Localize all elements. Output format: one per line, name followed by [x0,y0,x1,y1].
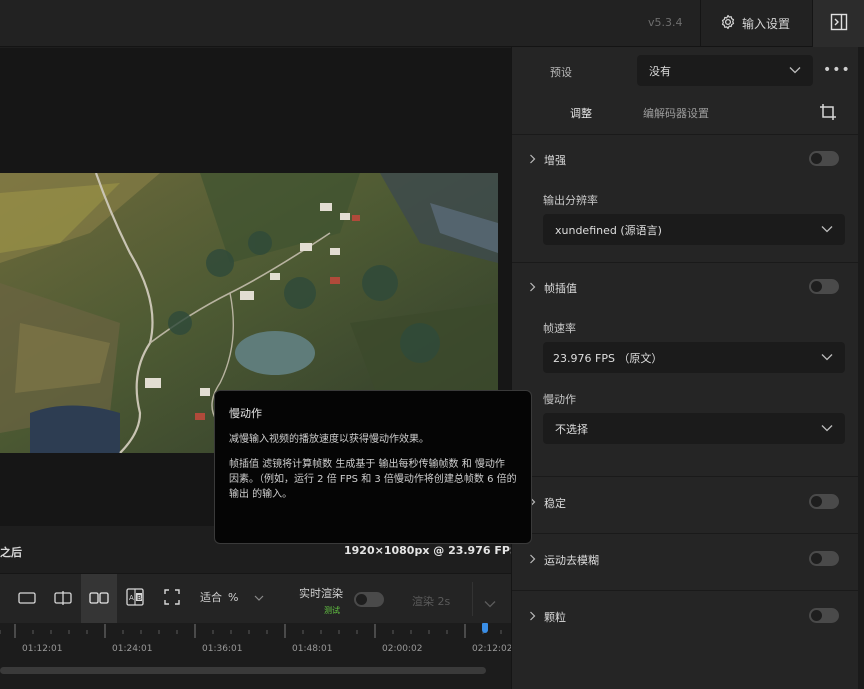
side-by-side-button[interactable] [81,574,117,624]
frame-rate-select[interactable]: 23.976 FPS （原文） [543,342,845,373]
chevron-right-icon [529,554,536,567]
resolution-label: 1920×1080px @ 23.976 FPS [344,544,518,557]
interpolation-toggle[interactable] [809,279,839,294]
timeline-tick-label: 01:48:01 [292,644,333,654]
grain-toggle[interactable] [809,608,839,623]
timeline-tick-label: 02:00:02 [382,644,423,654]
tooltip-summary: 减慢输入视频的播放速度以获得慢动作效果。 [229,434,429,445]
preset-label: 预设 [550,66,572,79]
fullscreen-button[interactable] [154,574,190,624]
chevron-down-icon [821,351,833,364]
slowmo-value: 不选择 [555,422,588,436]
section-stabilize-header[interactable]: 稳定 [529,495,566,511]
tab-codec-settings[interactable]: 编解码器设置 [643,105,709,121]
single-view-button[interactable] [9,574,45,624]
timeline-tick-label: 02:12:02 [472,644,513,654]
motion-deblur-toggle[interactable] [809,551,839,566]
chevron-right-icon [529,282,536,295]
section-grain-title: 颗粒 [544,611,566,624]
side-by-side-icon [89,590,109,609]
realtime-render-toggle[interactable] [354,592,384,607]
crop-icon[interactable] [819,103,837,125]
after-label: 之后 [0,546,22,559]
fullscreen-icon [164,589,180,609]
output-resolution-value: xundefined (源语言) [555,223,662,237]
preset-value: 没有 [649,64,671,78]
compare-ab-button[interactable]: AB [117,574,153,624]
top-divider [700,0,701,47]
input-settings-button[interactable]: 输入设置 [712,8,798,38]
section-motion-deblur-header[interactable]: 运动去模糊 [529,552,599,568]
section-interpolation-header[interactable]: 帧插值 [529,280,577,296]
fit-unit: % [228,590,239,604]
chevron-right-icon [529,154,536,167]
edge-strip [858,47,864,689]
sidebar-toggle-icon [830,13,848,35]
preset-select[interactable]: 没有 [637,55,813,86]
timeline-tick-label: 01:36:01 [202,644,243,654]
timeline-tick-label: 01:24:01 [112,644,153,654]
chevron-down-icon [254,591,264,604]
chevron-down-icon[interactable] [484,593,496,612]
tooltip-title: 慢动作 [229,407,262,420]
chevron-right-icon [529,611,536,624]
input-settings-label: 输入设置 [742,16,791,31]
beta-badge: 测试 [324,606,340,615]
more-icon[interactable]: ••• [823,62,851,78]
section-enhance-title: 增强 [544,154,566,167]
chevron-down-icon [821,422,833,435]
zoom-fit-select[interactable]: 适合 % [200,589,264,605]
output-resolution-select[interactable]: xundefined (源语言) [543,214,845,245]
gear-icon [720,14,736,33]
slowmo-tooltip: 慢动作 减慢输入视频的播放速度以获得慢动作效果。 帧插值 滤镜将计算帧数 生成基… [214,390,532,544]
render-button[interactable]: 渲染 2s [412,593,450,609]
section-grain-header[interactable]: 颗粒 [529,609,566,625]
split-view-icon [54,590,72,609]
single-view-icon [18,590,36,609]
divider [512,476,858,477]
enhance-toggle[interactable] [809,151,839,166]
section-stabilize-title: 稳定 [544,497,566,510]
stabilize-toggle[interactable] [809,494,839,509]
compare-ab-icon: AB [126,588,144,610]
section-interpolation-title: 帧插值 [544,282,577,295]
divider [512,590,858,591]
divider [512,262,858,263]
panel-toggle-button[interactable] [812,0,864,47]
fit-label: 适合 [200,591,222,604]
tab-adjust[interactable]: 调整 [570,105,592,121]
preview-toolbar: AB 适合 % 实时渲染 测试 渲染 2s [0,573,511,624]
frame-rate-label: 帧速率 [543,322,576,335]
output-resolution-label: 输出分辨率 [543,194,598,207]
section-enhance-header[interactable]: 增强 [529,152,566,168]
divider [512,533,858,534]
chevron-down-icon [821,223,833,236]
frame-rate-value: 23.976 FPS （原文） [553,351,663,365]
playhead[interactable] [482,623,488,633]
slowmo-label: 慢动作 [543,393,576,406]
timeline-ticks [0,624,511,642]
realtime-render-label: 实时渲染 [299,587,343,600]
slowmo-select[interactable]: 不选择 [543,413,845,444]
timeline-scrollbar[interactable] [0,667,486,674]
timeline-tick-label: 01:12:01 [22,644,63,654]
version-label: v5.3.4 [648,16,683,29]
tooltip-body: 帧插值 滤镜将计算帧数 生成基于 输出每秒传输帧数 和 慢动作 因素。（例如，运… [229,459,517,500]
split-view-button[interactable] [45,574,81,624]
svg-text:A: A [129,594,134,602]
section-motion-deblur-title: 运动去模糊 [544,554,599,567]
toolbar-divider [472,582,473,616]
svg-text:B: B [137,594,142,602]
chevron-down-icon [789,64,801,77]
divider [512,134,858,135]
